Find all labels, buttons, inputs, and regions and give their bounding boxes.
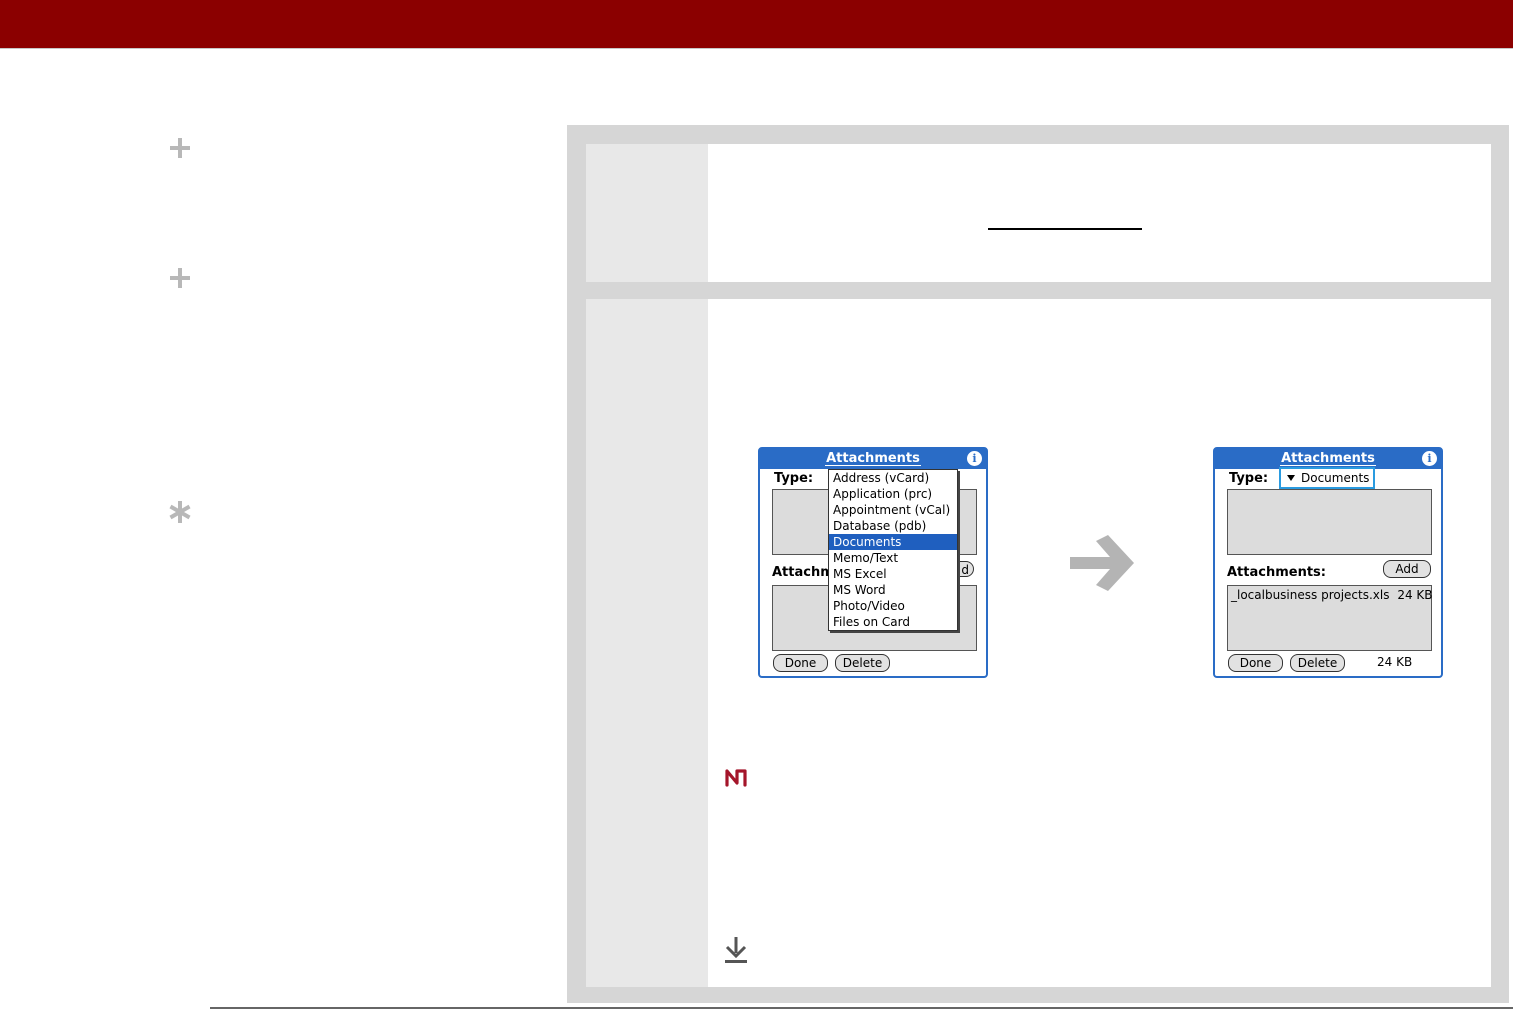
type-label: Type:	[774, 471, 814, 486]
type-value: Documents	[1301, 471, 1370, 485]
step-2-content: Attachments i Type: Attachm d Done Delet…	[708, 299, 1491, 987]
attachments-dialog-result: Attachments i Type: Documents Attachment…	[1213, 447, 1443, 678]
menu-item-ms-word[interactable]: MS Word	[829, 582, 957, 598]
attachment-item[interactable]: _localbusiness projects.xls 24 KB	[1231, 588, 1433, 602]
step-1-content	[708, 144, 1491, 282]
delete-button[interactable]: Delete	[1290, 654, 1345, 672]
delete-button[interactable]: Delete	[835, 654, 890, 672]
attachment-filename: _localbusiness projects.xls	[1231, 588, 1390, 602]
download-arrow-icon	[722, 935, 750, 965]
info-icon[interactable]: i	[967, 451, 982, 466]
plus-icon	[166, 134, 194, 162]
add-button[interactable]: Add	[1383, 560, 1431, 578]
attachment-preview-box	[1227, 489, 1432, 555]
arrow-right-icon	[1066, 531, 1142, 595]
attachments-list-box: _localbusiness projects.xls 24 KB	[1227, 585, 1433, 651]
note-icon	[722, 763, 750, 791]
total-size: 24 KB	[1377, 655, 1413, 669]
dialog-title: Attachments	[1215, 449, 1441, 469]
menu-item-appointment[interactable]: Appointment (vCal)	[829, 502, 957, 518]
dropdown-triangle-icon	[1287, 475, 1295, 481]
info-icon[interactable]: i	[1422, 451, 1437, 466]
type-dropdown-menu[interactable]: Address (vCard) Application (prc) Appoin…	[828, 469, 958, 631]
menu-item-memo[interactable]: Memo/Text	[829, 550, 957, 566]
dialog-title: Attachments	[760, 449, 986, 469]
menu-item-application[interactable]: Application (prc)	[829, 486, 957, 502]
plus-icon	[166, 264, 194, 292]
menu-item-documents[interactable]: Documents	[829, 534, 957, 550]
done-button[interactable]: Done	[773, 654, 828, 672]
header-divider	[0, 48, 1513, 49]
done-button[interactable]: Done	[1228, 654, 1283, 672]
attachment-size: 24 KB	[1397, 588, 1433, 602]
attachments-label: Attachm	[772, 565, 834, 580]
step-1	[586, 144, 1491, 282]
asterisk-icon	[166, 498, 194, 526]
link-underline[interactable]	[988, 228, 1142, 230]
menu-item-ms-excel[interactable]: MS Excel	[829, 566, 957, 582]
step-2: Attachments i Type: Attachm d Done Delet…	[586, 299, 1491, 987]
dialog-title-underline	[1280, 465, 1376, 466]
header-bar	[0, 0, 1513, 48]
type-selector[interactable]: Documents	[1279, 467, 1375, 489]
dialog-title-underline	[825, 465, 921, 466]
footer-rule	[210, 1007, 1513, 1009]
menu-item-address[interactable]: Address (vCard)	[829, 470, 957, 486]
menu-item-photo-video[interactable]: Photo/Video	[829, 598, 957, 614]
menu-item-files-on-card[interactable]: Files on Card	[829, 614, 957, 630]
attachments-label: Attachments:	[1227, 565, 1326, 580]
type-label: Type:	[1229, 471, 1269, 486]
attachments-dialog-menu-open: Attachments i Type: Attachm d Done Delet…	[758, 447, 988, 678]
menu-item-database[interactable]: Database (pdb)	[829, 518, 957, 534]
